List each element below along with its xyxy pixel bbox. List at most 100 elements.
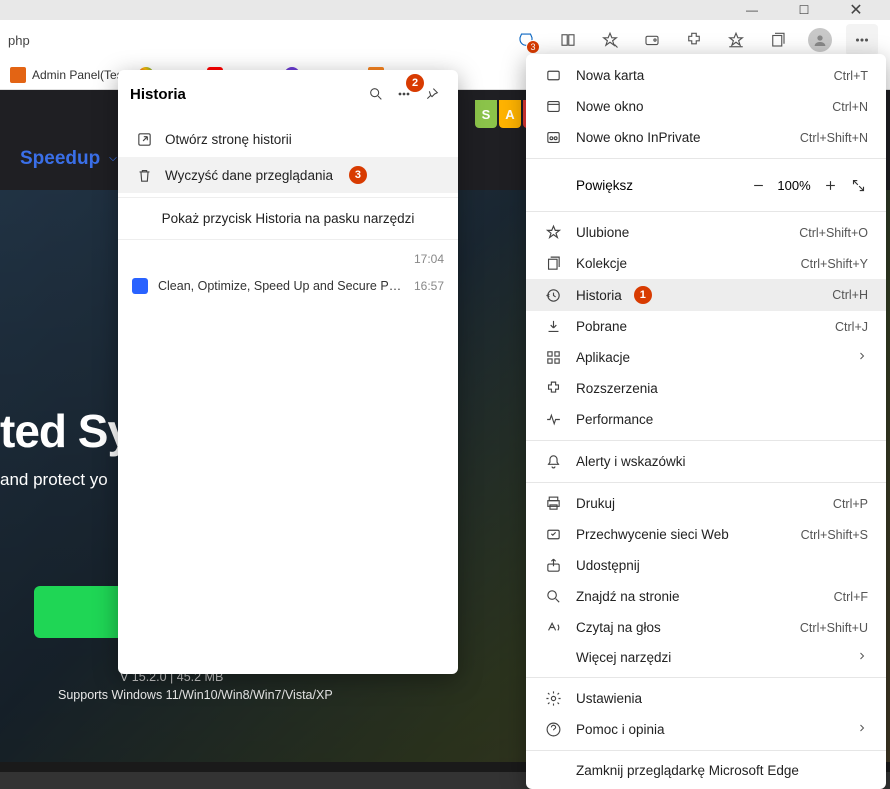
address-bar[interactable]: php (0, 33, 510, 48)
maximize-button[interactable]: ☐ (790, 0, 818, 20)
menu-separator (526, 482, 886, 483)
menu-print[interactable]: Drukuj Ctrl+P (526, 488, 886, 519)
menu-close-browser[interactable]: Zamknij przeglądarkę Microsoft Edge (526, 756, 886, 785)
apps-icon (544, 349, 562, 366)
menu-label: Udostępnij (576, 558, 640, 573)
share-icon (544, 557, 562, 574)
menu-separator (526, 440, 886, 441)
history-row[interactable]: … 17:04 (118, 246, 458, 272)
reader-icon[interactable] (552, 24, 584, 56)
menu-shortcut: Ctrl+Shift+U (800, 621, 868, 635)
zoom-in-button[interactable] (816, 171, 844, 199)
menu-share[interactable]: Udostępnij (526, 550, 886, 581)
menu-apps[interactable]: Aplikacje (526, 342, 886, 373)
menu-web-capture[interactable]: Przechwycenie sieci Web Ctrl+Shift+S (526, 519, 886, 550)
zoom-value: 100% (772, 178, 816, 193)
clear-badge: 3 (349, 166, 367, 184)
extensions-icon[interactable] (678, 24, 710, 56)
menu-collections[interactable]: Kolekcje Ctrl+Shift+Y (526, 248, 886, 279)
menu-label: Pobrane (576, 319, 627, 334)
window-icon (544, 98, 562, 115)
wallet-icon[interactable] (636, 24, 668, 56)
menu-downloads[interactable]: Pobrane Ctrl+J (526, 311, 886, 342)
zoom-out-button[interactable] (744, 171, 772, 199)
menu-more-tools[interactable]: Więcej narzędzi (526, 643, 886, 672)
star-icon (544, 224, 562, 241)
menu-shortcut: Ctrl+Shift+N (800, 131, 868, 145)
menu-label: Nowe okno InPrivate (576, 130, 701, 145)
bookmark-item[interactable]: Admin Panel(Test) (10, 67, 130, 83)
chevron-right-icon (856, 650, 868, 665)
shopping-icon[interactable]: 3 (510, 24, 542, 56)
menu-new-window[interactable]: Nowe okno Ctrl+N (526, 91, 886, 122)
menu-label: Nowe okno (576, 99, 644, 114)
favorite-star-icon[interactable] (594, 24, 626, 56)
menu-alerts[interactable]: Alerty i wskazówki (526, 446, 886, 477)
hero-text: ted Sy and protect yo (0, 404, 132, 490)
menu-shortcut: Ctrl+H (832, 288, 868, 302)
menu-label: Wyczyść dane przeglądania (165, 168, 333, 183)
menu-label: Aplikacje (576, 350, 630, 365)
history-actions-group: Otwórz stronę historii Wyczyść dane prze… (118, 118, 458, 198)
window-titlebar: — ☐ ✕ (0, 0, 890, 20)
gear-icon (544, 690, 562, 707)
favorites-bar-icon[interactable] (720, 24, 752, 56)
menu-new-tab[interactable]: Nowa karta Ctrl+T (526, 60, 886, 91)
menu-performance[interactable]: Performance (526, 404, 886, 435)
history-toolbar-group: Pokaż przycisk Historia na pasku narzędz… (118, 198, 458, 240)
menu-new-inprivate[interactable]: Nowe okno InPrivate Ctrl+Shift+N (526, 122, 886, 153)
minimize-button[interactable]: — (738, 0, 766, 20)
open-history-page[interactable]: Otwórz stronę historii (118, 122, 458, 157)
more-menu-button[interactable] (846, 24, 878, 56)
menu-label: Performance (576, 412, 653, 427)
download-icon (75, 603, 93, 621)
bookmark-label: Admin Panel(Test) (32, 68, 130, 82)
profile-avatar[interactable] (804, 24, 836, 56)
read-aloud-icon (544, 619, 562, 636)
menu-history[interactable]: Historia1 Ctrl+H (526, 279, 886, 311)
menu-extensions[interactable]: Rozszerzenia (526, 373, 886, 404)
history-row-time: 17:04 (414, 252, 444, 266)
history-row-time: 16:57 (414, 279, 444, 293)
bell-icon (544, 453, 562, 470)
show-history-button-toggle[interactable]: Pokaż przycisk Historia na pasku narzędz… (118, 202, 458, 235)
browser-main-menu: Nowa karta Ctrl+T Nowe okno Ctrl+N Nowe … (526, 54, 886, 789)
close-window-button[interactable]: ✕ (842, 0, 870, 20)
clear-browsing-data[interactable]: Wyczyść dane przeglądania 3 (118, 157, 458, 193)
menu-label: Historia (576, 288, 622, 303)
menu-favorites[interactable]: Ulubione Ctrl+Shift+O (526, 217, 886, 248)
menu-settings[interactable]: Ustawienia (526, 683, 886, 714)
heartbeat-icon (544, 411, 562, 428)
history-row[interactable]: Clean, Optimize, Speed Up and Secure PC … (118, 272, 458, 300)
history-panel: Historia 2 Otwórz stronę historii Wyczyś… (118, 70, 458, 674)
collections-icon[interactable] (762, 24, 794, 56)
download-icon (544, 318, 562, 335)
history-icon (544, 287, 562, 304)
history-row-text: Clean, Optimize, Speed Up and Secure PC … (158, 279, 404, 293)
history-pin-button[interactable] (418, 80, 446, 108)
menu-shortcut: Ctrl+Shift+S (801, 528, 868, 542)
menu-label: Ulubione (576, 225, 629, 240)
sale-letter: S (475, 100, 497, 128)
menu-label: Znajdź na stronie (576, 589, 680, 604)
menu-label: Drukuj (576, 496, 615, 511)
menu-label: Pomoc i opinia (576, 722, 665, 737)
history-list: … 17:04 Clean, Optimize, Speed Up and Se… (118, 240, 458, 674)
fullscreen-button[interactable] (844, 171, 872, 199)
chevron-right-icon (856, 722, 868, 737)
tab-icon (544, 67, 562, 84)
menu-label: Alerty i wskazówki (576, 454, 686, 469)
history-more-button[interactable]: 2 (390, 80, 418, 108)
shopping-badge: 3 (526, 40, 540, 54)
search-icon (544, 588, 562, 605)
menu-help[interactable]: Pomoc i opinia (526, 714, 886, 745)
menu-label: Pokaż przycisk Historia na pasku narzędz… (162, 211, 415, 226)
menu-shortcut: Ctrl+P (833, 497, 868, 511)
history-search-button[interactable] (362, 80, 390, 108)
menu-read-aloud[interactable]: Czytaj na głos Ctrl+Shift+U (526, 612, 886, 643)
menu-separator (526, 211, 886, 212)
site-logo[interactable]: Speedup (20, 148, 120, 170)
menu-find[interactable]: Znajdź na stronie Ctrl+F (526, 581, 886, 612)
hero-title: ted Sy (0, 404, 132, 458)
bookmark-favicon (10, 67, 26, 83)
